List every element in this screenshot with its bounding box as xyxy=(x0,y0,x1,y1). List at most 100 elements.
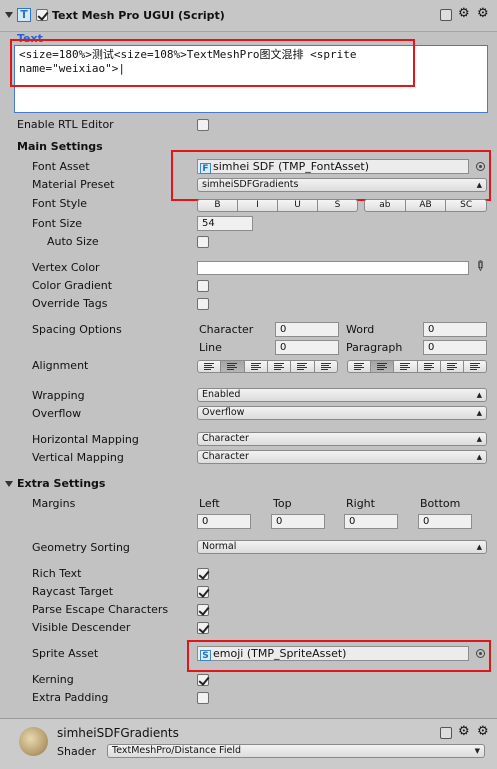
material-preset-icon[interactable]: ⚙ xyxy=(458,724,470,739)
vertical-mapping-dropdown[interactable]: Character ▲ xyxy=(197,450,487,464)
underline-button[interactable]: U xyxy=(278,199,318,212)
align-midline-icon xyxy=(446,363,457,371)
align-top-icon xyxy=(354,363,365,371)
parse-escape-label: Parse Escape Characters xyxy=(32,603,169,616)
enable-rtl-checkbox[interactable] xyxy=(197,119,209,131)
overflow-dropdown[interactable]: Overflow ▲ xyxy=(197,406,487,420)
strikethrough-button[interactable]: S xyxy=(318,199,358,212)
overflow-value: Overflow xyxy=(202,407,245,418)
align-geometry-button[interactable] xyxy=(314,360,338,373)
geometry-sorting-dropdown[interactable]: Normal ▲ xyxy=(197,540,487,554)
paragraph-spacing-input[interactable]: 0 xyxy=(423,340,487,355)
align-justify-button[interactable] xyxy=(267,360,292,373)
enable-rtl-label: Enable RTL Editor xyxy=(17,118,114,131)
align-middle-icon xyxy=(377,363,388,371)
dropdown-arrow-icon: ▲ xyxy=(476,543,482,551)
context-menu-gear-icon[interactable]: ⚙ xyxy=(477,6,489,21)
align-geometry-icon xyxy=(320,363,331,371)
override-tags-checkbox[interactable] xyxy=(197,298,209,310)
rich-text-checkbox[interactable] xyxy=(197,568,209,580)
vertex-color-swatch[interactable] xyxy=(197,261,469,275)
margin-left-input[interactable]: 0 xyxy=(197,514,251,529)
horizontal-mapping-value: Character xyxy=(202,433,249,444)
align-right-button[interactable] xyxy=(244,360,268,373)
auto-size-checkbox[interactable] xyxy=(197,236,209,248)
align-bottom-button[interactable] xyxy=(394,360,418,373)
character-spacing-label: Character xyxy=(199,323,254,336)
italic-button[interactable]: I xyxy=(238,199,278,212)
margin-right-input[interactable]: 0 xyxy=(344,514,398,529)
highlight-text-box xyxy=(10,39,415,87)
kerning-checkbox[interactable] xyxy=(197,674,209,686)
material-help-icon[interactable] xyxy=(440,727,452,739)
align-top-button[interactable] xyxy=(347,360,372,373)
dropdown-arrow-icon: ▲ xyxy=(476,435,482,443)
dropdown-arrow-icon: ▲ xyxy=(476,409,482,417)
visible-descender-checkbox[interactable] xyxy=(197,622,209,634)
parse-escape-checkbox[interactable] xyxy=(197,604,209,616)
color-gradient-checkbox[interactable] xyxy=(197,280,209,292)
dropdown-arrow-icon: ▲ xyxy=(476,453,482,461)
align-baseline-button[interactable] xyxy=(417,360,441,373)
align-left-button[interactable] xyxy=(197,360,222,373)
material-gear-icon[interactable]: ⚙ xyxy=(477,724,489,739)
eyedropper-icon[interactable]: ✎ xyxy=(470,257,488,275)
wrapping-label: Wrapping xyxy=(32,389,85,402)
align-flush-button[interactable] xyxy=(291,360,315,373)
extra-padding-checkbox[interactable] xyxy=(197,692,209,704)
align-right-icon xyxy=(250,363,261,371)
horizontal-mapping-dropdown[interactable]: Character ▲ xyxy=(197,432,487,446)
margins-label: Margins xyxy=(32,497,76,510)
vertical-mapping-label: Vertical Mapping xyxy=(32,451,124,464)
component-title: Text Mesh Pro UGUI (Script) xyxy=(52,9,225,22)
text-component-icon: T xyxy=(17,8,31,22)
lowercase-button[interactable]: ab xyxy=(364,199,406,212)
preset-sliders-icon[interactable]: ⚙ xyxy=(458,6,470,21)
horizontal-alignment-group xyxy=(197,360,338,373)
shader-value: TextMeshPro/Distance Field xyxy=(112,745,241,756)
wrapping-dropdown[interactable]: Enabled ▲ xyxy=(197,388,487,402)
word-spacing-input[interactable]: 0 xyxy=(423,322,487,337)
word-spacing-label: Word xyxy=(346,323,375,336)
font-style-label: Font Style xyxy=(32,197,88,210)
margin-bottom-input[interactable]: 0 xyxy=(418,514,472,529)
shader-dropdown[interactable]: TextMeshPro/Distance Field ▼ xyxy=(107,744,485,758)
line-spacing-input[interactable]: 0 xyxy=(275,340,339,355)
align-midline-button[interactable] xyxy=(440,360,464,373)
align-center-icon xyxy=(227,363,238,371)
auto-size-label: Auto Size xyxy=(47,235,99,248)
character-spacing-input[interactable]: 0 xyxy=(275,322,339,337)
align-center-button[interactable] xyxy=(221,360,245,373)
geometry-sorting-label: Geometry Sorting xyxy=(32,541,130,554)
bold-button[interactable]: B xyxy=(197,199,238,212)
raycast-target-label: Raycast Target xyxy=(32,585,114,598)
book-help-icon[interactable] xyxy=(440,9,452,21)
margin-top-input[interactable]: 0 xyxy=(271,514,325,529)
extra-settings-foldout-icon[interactable] xyxy=(5,481,13,487)
align-capline-button[interactable] xyxy=(463,360,488,373)
extra-settings-heading[interactable]: Extra Settings xyxy=(17,477,105,491)
main-settings-heading: Main Settings xyxy=(17,140,103,153)
rich-text-label: Rich Text xyxy=(32,567,82,580)
raycast-target-checkbox[interactable] xyxy=(197,586,209,598)
material-name: simheiSDFGradients xyxy=(57,726,179,740)
foldout-arrow-icon[interactable] xyxy=(5,12,13,18)
kerning-label: Kerning xyxy=(32,673,74,686)
align-middle-button[interactable] xyxy=(371,360,395,373)
font-style-group-1: B I U S xyxy=(197,199,358,212)
font-size-input[interactable]: 54 xyxy=(197,216,253,231)
align-left-icon xyxy=(204,363,215,371)
dropdown-arrow-icon: ▲ xyxy=(476,391,482,399)
smallcaps-button[interactable]: SC xyxy=(446,199,488,212)
margin-left-label: Left xyxy=(199,497,220,510)
align-baseline-icon xyxy=(423,363,434,371)
shader-label: Shader xyxy=(57,745,96,758)
align-flush-icon xyxy=(297,363,308,371)
line-spacing-label: Line xyxy=(199,341,222,354)
extra-padding-label: Extra Padding xyxy=(32,691,109,704)
uppercase-button[interactable]: AB xyxy=(405,199,447,212)
highlight-font-box xyxy=(171,150,491,201)
vertical-alignment-group xyxy=(347,360,488,373)
material-preview-sphere-icon xyxy=(19,727,48,756)
component-enabled-checkbox[interactable] xyxy=(36,9,48,21)
